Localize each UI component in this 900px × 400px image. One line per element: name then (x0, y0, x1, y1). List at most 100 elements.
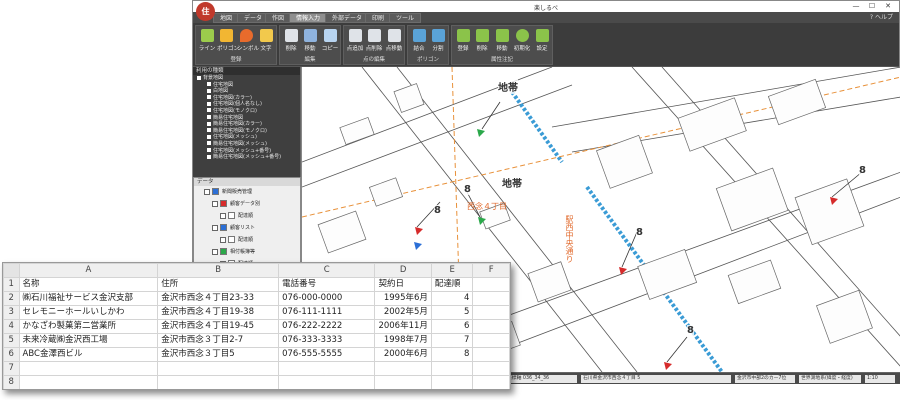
tab-tools[interactable]: ツール (389, 13, 422, 23)
layer-checkbox[interactable] (207, 101, 211, 106)
table-cell[interactable] (18, 375, 159, 389)
table-cell[interactable]: 金沢市西念４丁目19-45 (157, 319, 280, 334)
table-cell[interactable] (472, 291, 510, 306)
table-cell[interactable]: 8 (430, 347, 474, 362)
table-cell[interactable] (472, 347, 510, 362)
text-button[interactable]: 文字 (257, 28, 275, 56)
table-cell[interactable]: 2000年6月 (374, 347, 432, 362)
layer-checkbox[interactable] (207, 108, 211, 113)
layer-item[interactable]: 白地図 (193, 88, 300, 95)
note-reset-button[interactable]: 初期化 (513, 28, 531, 56)
layer-item[interactable]: 住宅地図(個人名なし) (193, 101, 300, 108)
point-data-item[interactable]: 配達順 (194, 234, 300, 246)
row-header[interactable]: 1 (3, 277, 20, 292)
table-cell[interactable]: 076-111-1111 (278, 305, 376, 320)
table-cell[interactable]: 076-000-0000 (278, 291, 376, 306)
layer-checkbox[interactable] (207, 82, 211, 87)
point-data-item[interactable]: 新聞販売管理 (194, 186, 300, 198)
layer-checkbox[interactable] (207, 128, 211, 133)
delete-point-button[interactable]: 点削除 (365, 28, 383, 56)
tab-map[interactable]: 地図 (213, 13, 240, 23)
layer-checkbox[interactable] (207, 115, 211, 120)
table-cell[interactable] (18, 361, 159, 376)
table-cell[interactable] (472, 375, 510, 389)
table-cell[interactable] (472, 277, 510, 292)
point-data-item[interactable]: 顧客データ別 (194, 198, 300, 210)
symbol-button[interactable]: シンボル (237, 28, 259, 56)
column-header[interactable]: E (430, 263, 474, 278)
item-checkbox[interactable] (204, 188, 210, 195)
table-cell[interactable]: 金沢市西念４丁目23-33 (157, 291, 280, 306)
column-header[interactable]: F (472, 263, 510, 278)
layer-checkbox[interactable] (207, 134, 211, 139)
table-cell[interactable] (157, 361, 280, 376)
row-header[interactable]: 2 (3, 291, 20, 306)
table-cell[interactable] (472, 333, 510, 348)
note-move-button[interactable]: 移動 (493, 28, 511, 56)
row-header[interactable]: 8 (3, 375, 20, 389)
layer-checkbox[interactable] (207, 121, 211, 126)
scale-select[interactable]: 1:10 (865, 375, 895, 383)
table-cell[interactable]: 住所 (157, 277, 280, 292)
table-cell[interactable] (472, 361, 510, 376)
layer-checkbox[interactable] (207, 95, 211, 100)
close-button[interactable]: ✕ (881, 1, 895, 12)
layer-item[interactable]: 住宅地図(モノクロ) (193, 108, 300, 115)
table-cell[interactable] (472, 319, 510, 334)
row-header[interactable]: 5 (3, 333, 20, 348)
column-header[interactable]: D (374, 263, 432, 278)
help-button[interactable]: ? ヘルプ (870, 13, 893, 23)
item-checkbox[interactable] (212, 200, 218, 207)
select-all-corner[interactable] (3, 263, 20, 278)
tab-drawing[interactable]: 作図 (265, 13, 292, 23)
table-cell[interactable]: 076-555-5555 (278, 347, 376, 362)
table-cell[interactable]: ABC金澤西ビル (18, 347, 159, 362)
polygon-button[interactable]: ポリゴン (217, 28, 239, 56)
layer-checkbox[interactable] (207, 88, 211, 93)
row-header[interactable]: 4 (3, 319, 20, 334)
note-delete-button[interactable]: 削除 (473, 28, 491, 56)
tab-print[interactable]: 印刷 (365, 13, 392, 23)
table-cell[interactable]: 6 (430, 319, 474, 334)
table-cell[interactable]: 電話番号 (278, 277, 376, 292)
table-cell[interactable] (430, 361, 474, 376)
split-button[interactable]: 分割 (429, 28, 447, 56)
table-cell[interactable]: 金沢市西念４丁目19-38 (157, 305, 280, 320)
table-cell[interactable]: 未来冷蔵㈱金沢西工場 (18, 333, 159, 348)
table-cell[interactable]: 1995年6月 (374, 291, 432, 306)
row-header[interactable]: 7 (3, 361, 20, 376)
layer-checkbox[interactable] (207, 154, 211, 159)
row-header[interactable]: 3 (3, 305, 20, 320)
table-cell[interactable]: 配達順 (430, 277, 474, 292)
column-header[interactable]: C (278, 263, 376, 278)
maximize-button[interactable]: ☐ (865, 1, 879, 12)
table-cell[interactable]: 金沢市西念３丁目2-7 (157, 333, 280, 348)
layer-item[interactable]: 簡易住宅地図(カラー) (193, 121, 300, 128)
note-register-button[interactable]: 登録 (454, 28, 472, 56)
table-cell[interactable]: 名称 (18, 277, 159, 292)
table-cell[interactable] (278, 361, 376, 376)
point-data-item[interactable]: 相付帳簿等 (194, 246, 300, 258)
table-cell[interactable]: 2002年5月 (374, 305, 432, 320)
item-checkbox[interactable] (212, 248, 218, 255)
table-cell[interactable]: 4 (430, 291, 474, 306)
column-header[interactable]: B (157, 263, 280, 278)
note-settings-button[interactable]: 設定 (533, 28, 551, 56)
line-button[interactable]: ライン (198, 28, 216, 56)
tab-external-data[interactable]: 外部データ (325, 13, 370, 23)
table-cell[interactable]: 2006年11月 (374, 319, 432, 334)
table-cell[interactable]: 7 (430, 333, 474, 348)
table-cell[interactable] (374, 361, 432, 376)
table-cell[interactable]: ㈱石川福祉サービス金沢支部 (18, 291, 159, 306)
table-cell[interactable] (472, 305, 510, 320)
app-logo-icon[interactable]: 住 (196, 2, 215, 21)
layer-item[interactable]: 背景地図 (193, 75, 300, 82)
layer-checkbox[interactable] (197, 75, 201, 80)
delete-button[interactable]: 削除 (282, 28, 300, 56)
table-cell[interactable] (157, 375, 280, 389)
row-header[interactable]: 6 (3, 347, 20, 362)
table-cell[interactable]: かなざわ製菓第二営業所 (18, 319, 159, 334)
table-cell[interactable]: 076-222-2222 (278, 319, 376, 334)
tab-info-input[interactable]: 情報入力 (289, 13, 328, 23)
layer-item[interactable]: 住宅地図(メッシュ) (193, 134, 300, 141)
